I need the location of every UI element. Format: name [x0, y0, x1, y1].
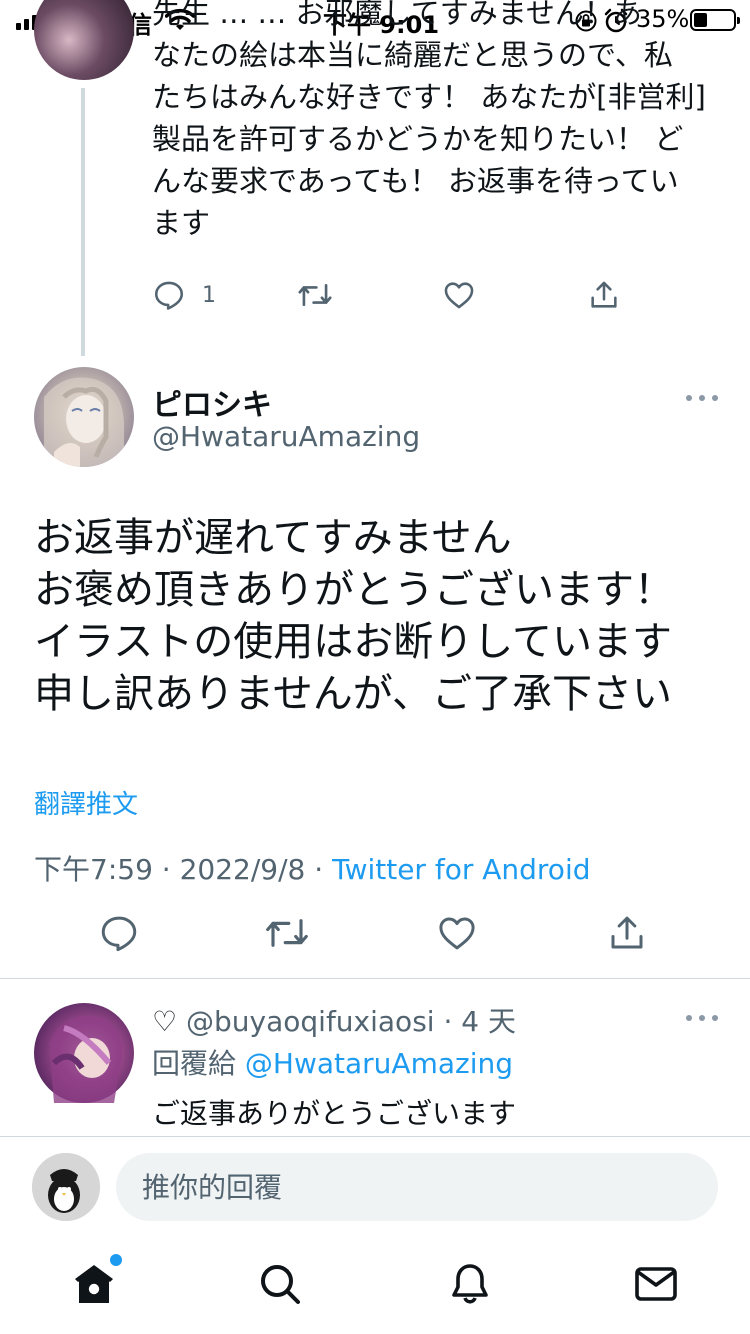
reply-separator: · — [443, 1005, 453, 1038]
more-dot — [712, 1015, 718, 1021]
tweet-body-line: 申し訳ありませんが、ご了承下さい — [34, 671, 672, 717]
reply-icon — [154, 281, 184, 310]
translate-tweet-link[interactable]: 翻譯推文 — [34, 784, 138, 821]
tab-messages[interactable] — [632, 1260, 682, 1310]
parent-tweet-line: なたの絵は本当に綺麗だと思うので、私 — [152, 38, 673, 72]
avatar-illustration — [44, 377, 124, 467]
more-dot — [712, 395, 718, 401]
like-icon — [439, 917, 475, 950]
home-icon — [75, 1265, 113, 1303]
reply-icon — [101, 916, 137, 952]
tweet-body-line: お褒め頂きありがとうございます！ — [34, 567, 674, 613]
reply-author-avatar[interactable] — [34, 1003, 134, 1103]
author-name[interactable]: ピロシキ — [152, 380, 272, 424]
share-icon — [591, 281, 617, 308]
parent-tweet-line: んな要求であっても！ お返事を待ってい — [152, 164, 679, 198]
messages-icon — [635, 1267, 677, 1301]
reply-text[interactable]: ご返事ありがとうございます — [152, 1092, 516, 1132]
parent-reply-count: 1 — [202, 282, 216, 308]
heart-icon: ♡ — [152, 1005, 178, 1038]
like-icon — [444, 282, 474, 309]
tweet-time[interactable]: 下午7:59 — [34, 853, 153, 886]
replying-to-label: 回覆給 — [152, 1047, 237, 1080]
parent-like-button[interactable] — [442, 278, 476, 312]
parent-tweet-text[interactable]: 先生 … … お邪魔してすみません！あ なたの絵は本当に綺麗だと思うので、私 た… — [152, 0, 712, 244]
search-icon — [261, 1265, 300, 1304]
more-options-button[interactable] — [686, 393, 718, 403]
parent-retweet-button[interactable] — [297, 278, 333, 312]
replying-to-mention[interactable]: @HwataruAmazing — [245, 1047, 513, 1080]
meta-separator: · — [161, 853, 171, 886]
retweet-icon — [298, 283, 332, 307]
parent-tweet-line: たちはみんな好きです！ あなたが[非営利] — [152, 80, 706, 114]
more-dot — [699, 395, 705, 401]
author-avatar[interactable] — [34, 367, 134, 467]
parent-tweet-line: 製品を許可するかどうかを知りたい！ ど — [152, 122, 684, 156]
author-handle[interactable]: @HwataruAmazing — [152, 420, 420, 453]
parent-tweet-avatar[interactable] — [34, 0, 134, 80]
reply-composer — [0, 1136, 750, 1236]
retweet-button[interactable] — [264, 912, 310, 958]
tweet-actions — [0, 912, 750, 962]
reply-button[interactable] — [98, 912, 140, 958]
tab-home[interactable] — [70, 1254, 122, 1310]
tweet-metadata: 下午7:59 · 2022/9/8 · Twitter for Android — [34, 848, 591, 888]
avatar-illustration — [32, 1153, 100, 1221]
notification-dot — [110, 1254, 122, 1266]
meta-separator: · — [314, 853, 324, 886]
divider — [0, 978, 750, 979]
reply-input[interactable] — [116, 1153, 718, 1221]
tweet-body-line: イラストの使用はお断りしています — [34, 619, 672, 665]
parent-reply-button[interactable]: 1 — [152, 278, 216, 312]
reply-more-options-button[interactable] — [686, 1013, 718, 1023]
parent-tweet-line: ます — [152, 206, 211, 240]
reply-author-handle[interactable]: @buyaoqifuxiaosi — [186, 1005, 435, 1038]
more-dot — [699, 1015, 705, 1021]
avatar-illustration — [49, 1015, 122, 1103]
reply-header: ♡ @buyaoqifuxiaosi · 4 天 — [152, 1000, 516, 1040]
parent-share-button[interactable] — [587, 278, 621, 312]
tweet-body: お返事が遅れてすみません お褒め頂きありがとうございます！ イラストの使用はお断… — [34, 512, 734, 720]
parent-tweet-actions: 1 — [152, 278, 632, 314]
tweet-date[interactable]: 2022/9/8 — [180, 853, 306, 886]
retweet-icon — [266, 919, 308, 947]
tweet-body-line: お返事が遅れてすみません — [34, 515, 512, 561]
bottom-tab-bar — [0, 1236, 750, 1334]
notifications-icon — [452, 1264, 488, 1304]
tab-search[interactable] — [256, 1260, 306, 1310]
tweet-source-link[interactable]: Twitter for Android — [332, 853, 590, 886]
more-dot — [686, 1015, 692, 1021]
more-dot — [686, 395, 692, 401]
like-button[interactable] — [436, 912, 478, 958]
thread-line — [81, 88, 85, 356]
parent-tweet-partial-line: 先生 … … お邪魔してすみません！あ — [152, 0, 642, 30]
share-icon — [611, 916, 643, 949]
share-button[interactable] — [606, 912, 648, 958]
tab-notifications[interactable] — [446, 1260, 496, 1310]
current-user-avatar[interactable] — [32, 1153, 100, 1221]
replying-to: 回覆給 @HwataruAmazing — [152, 1042, 513, 1082]
reply-age: 4 天 — [461, 1005, 516, 1038]
